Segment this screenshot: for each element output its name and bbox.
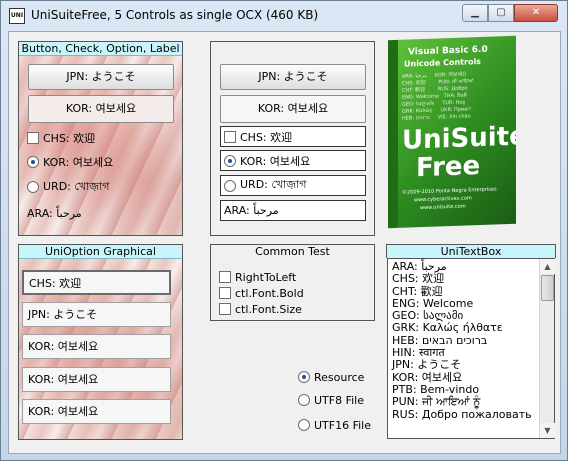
checkbox-label: CHS: 欢迎 — [43, 132, 96, 145]
frame-button-check-option-label: Button, Check, Option, Label JPN: ようこそ K… — [18, 41, 183, 236]
logo-url2: www.unisuite.com — [420, 203, 466, 212]
unitextbox[interactable]: ARA: مرحباً CHS: 欢迎 CHT: 歡迎 ENG: Welcome… — [387, 258, 555, 439]
logo-name2: Free — [416, 151, 481, 184]
textbox-line: RUS: Добро пожаловать — [392, 407, 532, 421]
checkbox-box[interactable] — [219, 271, 231, 283]
close-button[interactable]: ✕ — [514, 4, 558, 22]
option-kor[interactable]: KOR: 여보세요 — [27, 153, 113, 171]
vertical-scrollbar[interactable]: ▲ ▼ — [539, 259, 555, 438]
frame-title: UniTextBox — [387, 245, 555, 259]
radio-button[interactable] — [298, 371, 310, 383]
product-box-logo: Visual Basic 6.0 Unicode Controls ARA: م… — [388, 35, 516, 229]
frame-title: Common Test — [211, 245, 374, 259]
option-kor[interactable]: KOR: 여보세요 — [220, 150, 366, 171]
checkbox-label: RightToLeft — [235, 270, 297, 284]
option-label: Resource — [314, 370, 365, 384]
textbox-line: GRK: Καλώς ήλθατε — [392, 321, 503, 335]
app-icon: UNI — [9, 8, 25, 24]
client-area: Button, Check, Option, Label JPN: ようこそ K… — [8, 31, 561, 454]
option-utf16-file[interactable]: UTF16 File — [298, 417, 371, 433]
option-graphical-item[interactable]: JPN: ようこそ — [22, 302, 171, 327]
option-label: URD: খোজ়াগ — [43, 179, 110, 193]
radio-button[interactable] — [298, 394, 310, 406]
window-title: UniSuiteFree, 5 Controls as single OCX (… — [31, 8, 319, 22]
logo-name1: UniSuite — [402, 121, 516, 156]
frame-title: Button, Check, Option, Label — [19, 42, 182, 56]
logo-line2: Unicode Controls — [404, 56, 481, 69]
checkbox-right-to-left[interactable]: RightToLeft — [219, 269, 296, 285]
option-resource[interactable]: Resource — [298, 369, 364, 385]
radio-button[interactable] — [27, 156, 39, 168]
checkbox-font-size[interactable]: ctl.Font.Size — [219, 301, 302, 317]
option-urd[interactable]: URD: খোজ়াগ — [220, 175, 366, 196]
checkbox-label: ctl.Font.Size — [235, 302, 302, 316]
logo-line1: Visual Basic 6.0 — [408, 44, 488, 58]
button-kor[interactable]: KOR: 여보세요 — [220, 95, 366, 123]
scroll-thumb[interactable] — [541, 275, 554, 301]
button-kor[interactable]: KOR: 여보세요 — [28, 95, 174, 123]
checkbox-chs[interactable]: CHS: 欢迎 — [27, 129, 95, 147]
checkbox-label: CHS: 欢迎 — [240, 130, 293, 144]
frame-title: UniOption Graphical — [19, 245, 182, 259]
option-label: KOR: 여보세요 — [43, 156, 114, 169]
checkbox-box[interactable] — [224, 130, 236, 143]
checkbox-font-bold[interactable]: ctl.Font.Bold — [219, 285, 304, 301]
app-window: UNI UniSuiteFree, 5 Controls as single O… — [0, 0, 568, 461]
logo-url1: www.cyberactivex.com — [414, 195, 472, 204]
textbox-title-frame: UniTextBox — [386, 244, 556, 259]
label-text: ARA: مرحباً — [224, 204, 279, 217]
button-jpn[interactable]: JPN: ようこそ — [28, 64, 174, 90]
option-graphical-item[interactable]: KOR: 여보세요 — [22, 367, 171, 392]
checkbox-box[interactable] — [27, 132, 39, 144]
logo-copyright: ©2009-2010 Ponta Negra Enterprises — [402, 186, 497, 196]
option-utf8-file[interactable]: UTF8 File — [298, 392, 364, 408]
logo-languages: ARA: مرحبا KOR: 여보세요 CHS: 欢迎 PUN: ਜੀ ਆਇਆ… — [402, 71, 474, 122]
radio-button[interactable] — [224, 179, 236, 192]
textbox-line: CHS: 欢迎 — [392, 272, 445, 286]
radio-button[interactable] — [27, 181, 39, 193]
checkbox-label: ctl.Font.Bold — [235, 286, 304, 300]
frame-unioption-graphical: UniOption Graphical CHS: 欢迎 JPN: ようこそ KO… — [18, 244, 183, 440]
label-ara: ARA: مرحباً — [220, 200, 366, 221]
option-label: UTF8 File — [314, 393, 364, 407]
radio-button[interactable] — [224, 154, 236, 167]
checkbox-box[interactable] — [219, 303, 231, 315]
textbox-content[interactable]: ARA: مرحباً CHS: 欢迎 CHT: 歡迎 ENG: Welcome… — [392, 260, 532, 421]
option-label: URD: খোজ়াগ — [240, 178, 307, 191]
scroll-up-arrow-icon[interactable]: ▲ — [540, 259, 555, 274]
option-urd[interactable]: URD: খোজ়াগ — [27, 178, 110, 196]
label-text: ARA: مرحباً — [27, 206, 82, 220]
textbox-line: JPN: ようこそ — [392, 358, 462, 372]
label-ara: ARA: مرحباً — [27, 204, 82, 222]
checkbox-chs[interactable]: CHS: 欢迎 — [220, 126, 366, 147]
minimize-button[interactable]: ▁ — [462, 4, 488, 22]
textbox-line: PUN: ਜੀ ਆਇਆਂ ਨੂੰ — [392, 395, 481, 409]
option-graphical-item[interactable]: KOR: 여보세요 — [22, 399, 171, 424]
frame-common-test: Common Test RightToLeft ctl.Font.Bold ct… — [210, 244, 375, 321]
checkbox-box[interactable] — [219, 287, 231, 299]
option-label: KOR: 여보세요 — [240, 154, 311, 168]
option-label: UTF16 File — [314, 418, 371, 432]
frame-plain-controls: JPN: ようこそ KOR: 여보세요 CHS: 欢迎 KOR: 여보세요 UR… — [210, 41, 375, 236]
title-bar[interactable]: UNI UniSuiteFree, 5 Controls as single O… — [1, 1, 567, 31]
maximize-button[interactable]: ▢ — [488, 4, 514, 22]
button-jpn[interactable]: JPN: ようこそ — [220, 64, 366, 90]
radio-button[interactable] — [298, 419, 310, 431]
option-graphical-item[interactable]: CHS: 欢迎 — [22, 270, 171, 295]
scroll-down-arrow-icon[interactable]: ▼ — [540, 423, 555, 438]
option-graphical-item[interactable]: KOR: 여보세요 — [22, 334, 171, 359]
